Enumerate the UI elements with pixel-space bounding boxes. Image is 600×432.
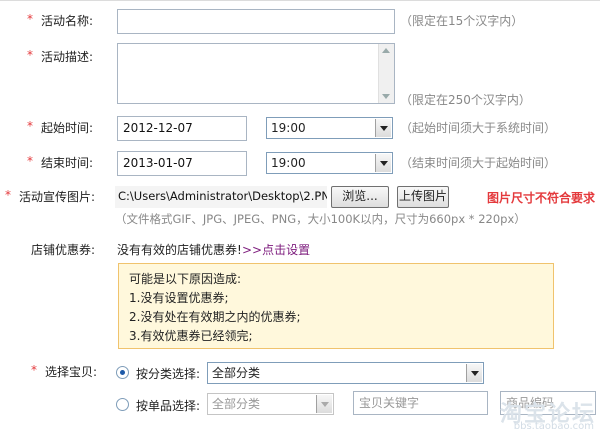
chevron-down-icon[interactable]	[375, 119, 391, 137]
scroll-down-icon[interactable]	[382, 94, 390, 99]
start-time-label: 起始时间:	[41, 121, 94, 135]
promo-image-path[interactable]: C:\Users\Administrator\Desktop\2.PNG	[115, 186, 327, 208]
single-category-select-value: 全部分类	[212, 397, 261, 411]
chevron-down-icon[interactable]	[316, 395, 332, 413]
select-item-label: 选择宝贝:	[45, 365, 98, 379]
required-mark: *	[27, 154, 33, 168]
chevron-down-icon[interactable]	[375, 154, 391, 172]
notice-reason: 3.有效优惠券已经领完;	[129, 329, 253, 343]
activity-name-label: 活动名称:	[41, 14, 94, 28]
keyword-input[interactable]: 宝贝关键字	[353, 391, 488, 415]
category-select[interactable]: 全部分类	[207, 362, 484, 384]
promo-image-hint: （文件格式GIF、JPG、JPEG、PNG，大小100K以内，尺寸为660px …	[115, 212, 526, 226]
coupon-status-text: 没有有效的店铺优惠券!	[117, 243, 242, 257]
end-date-input[interactable]: 2013-01-07	[117, 151, 247, 176]
required-mark: *	[31, 363, 37, 377]
by-category-label: 按分类选择:	[136, 367, 201, 381]
scroll-up-icon[interactable]	[382, 48, 390, 53]
activity-name-input[interactable]	[117, 9, 395, 34]
notice-reason: 2.没有处在有效期之内的优惠券;	[129, 310, 301, 324]
start-time-hint: （起始时间须大于系统时间）	[400, 121, 557, 135]
site-watermark-url: bbs.taobao.com	[513, 421, 594, 432]
end-time-value: 19:00	[271, 156, 306, 170]
notice-title: 可能是以下原因造成:	[129, 272, 242, 286]
required-mark: *	[27, 12, 33, 26]
image-error-message: 图片尺寸不符合要求	[487, 191, 596, 205]
end-time-label: 结束时间:	[41, 156, 94, 170]
single-category-select[interactable]: 全部分类	[207, 393, 334, 415]
description-scrollbar[interactable]	[378, 44, 394, 103]
activity-name-hint: （限定在15个汉字内）	[400, 14, 524, 28]
by-category-radio[interactable]	[116, 366, 129, 379]
coupon-setup-link[interactable]: >>点击设置	[242, 241, 310, 258]
activity-description-label: 活动描述:	[41, 50, 94, 64]
promo-image-label: 活动宣传图片:	[19, 190, 96, 204]
by-single-radio[interactable]	[116, 398, 129, 411]
coupon-notice-box: 可能是以下原因造成: 1.没有设置优惠券; 2.没有处在有效期之内的优惠券; 3…	[118, 263, 554, 349]
category-select-value: 全部分类	[212, 366, 261, 380]
coupon-label: 店铺优惠券:	[31, 243, 96, 257]
upload-image-button[interactable]: 上传图片	[397, 186, 449, 208]
activity-description-textarea[interactable]	[117, 43, 395, 104]
by-single-label: 按单品选择:	[136, 399, 201, 413]
chevron-down-icon[interactable]	[466, 364, 482, 382]
end-time-select[interactable]: 19:00	[266, 152, 393, 174]
start-time-value: 19:00	[271, 121, 306, 135]
activity-description-hint: （限定在250个汉字内）	[400, 93, 531, 107]
required-mark: *	[27, 119, 33, 133]
top-divider	[0, 0, 600, 1]
notice-reason: 1.没有设置优惠券;	[129, 291, 229, 305]
start-time-select[interactable]: 19:00	[266, 117, 393, 139]
browse-button[interactable]: 浏览...	[331, 186, 389, 208]
required-mark: *	[27, 48, 33, 62]
required-mark: *	[5, 188, 11, 202]
end-time-hint: （结束时间须大于起始时间）	[400, 156, 557, 170]
start-date-input[interactable]: 2012-12-07	[117, 116, 247, 141]
keyword-placeholder: 宝贝关键字	[359, 396, 420, 410]
